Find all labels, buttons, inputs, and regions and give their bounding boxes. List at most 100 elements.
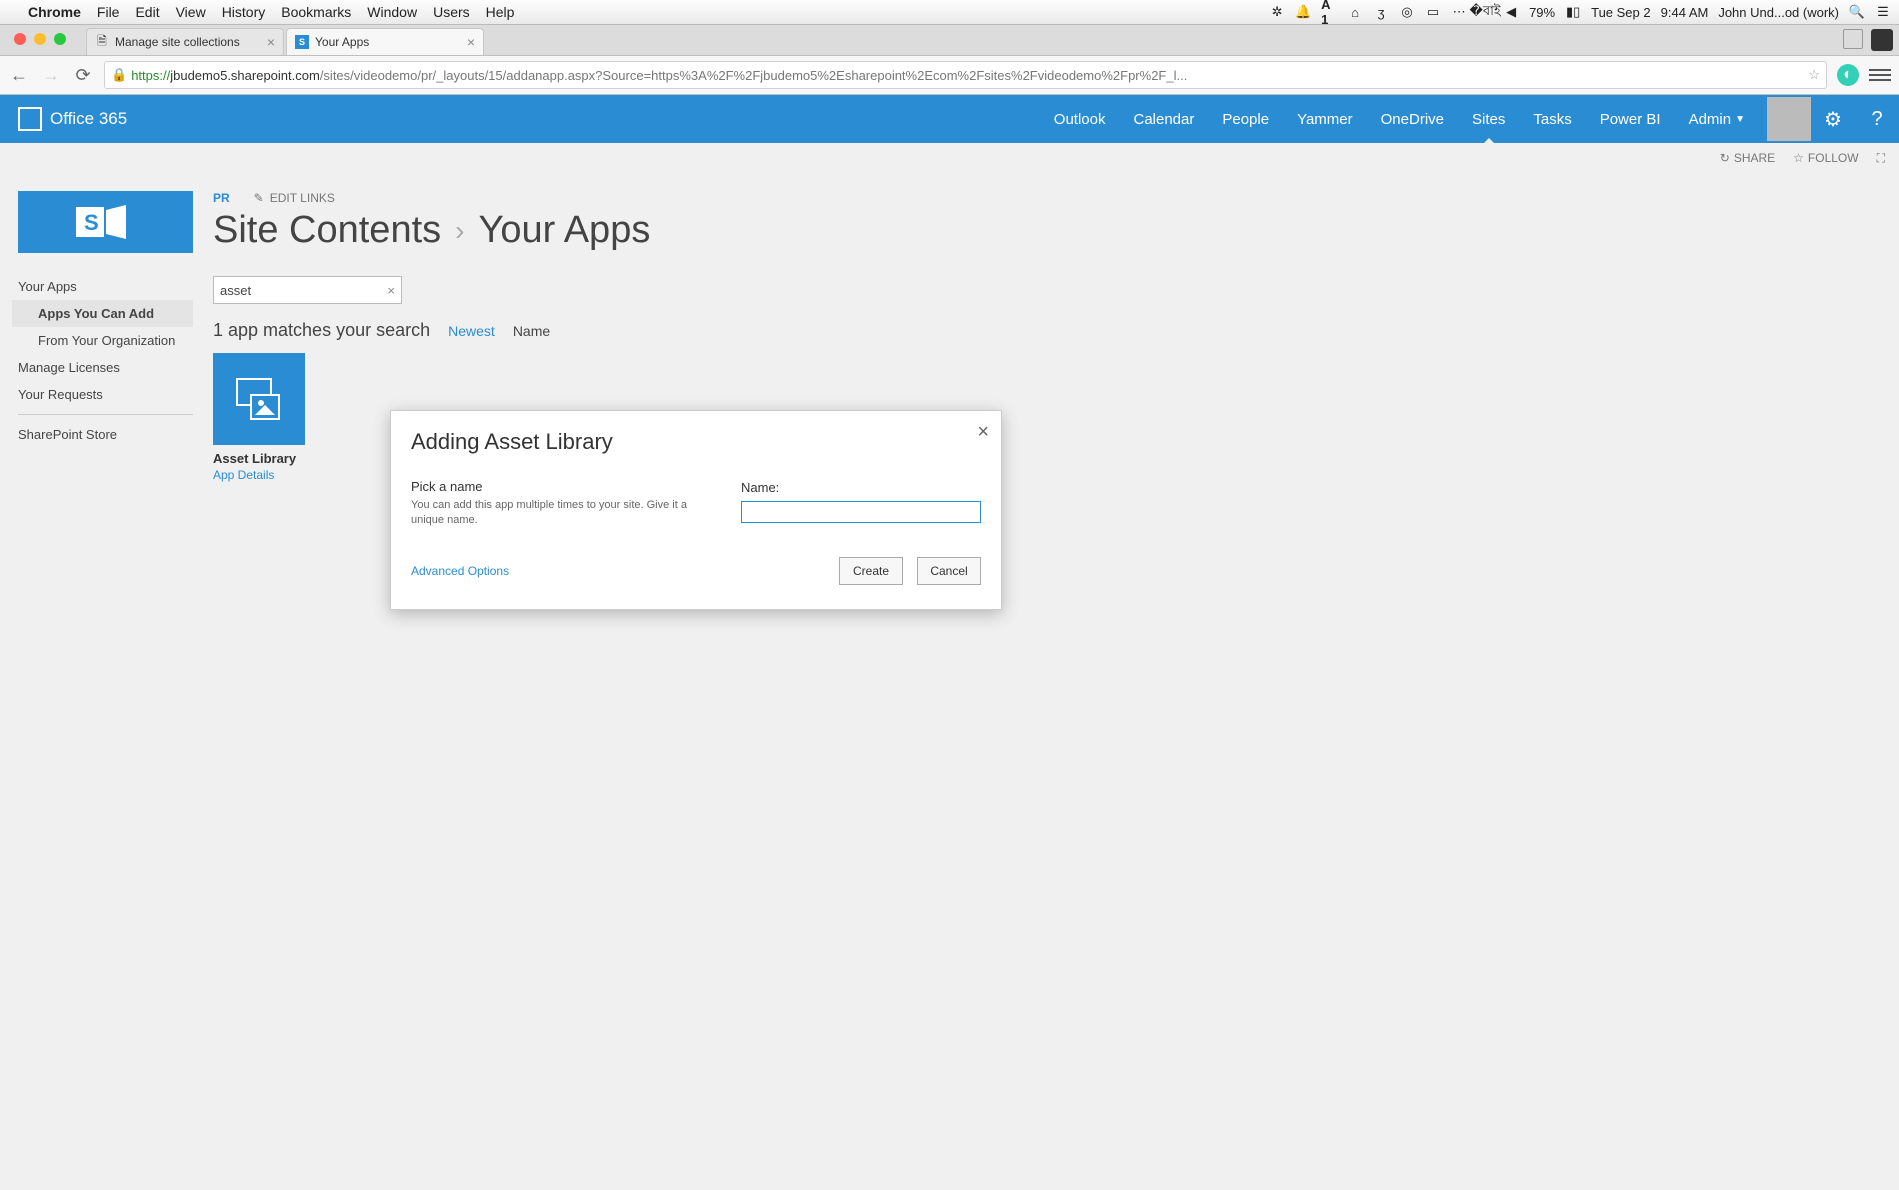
- search-clear-icon[interactable]: ×: [387, 283, 395, 298]
- edit-links-button[interactable]: ✎EDIT LINKS: [254, 191, 335, 205]
- menubar-list-icon[interactable]: ☰: [1875, 4, 1891, 20]
- chrome-tab-strip: 🗎 Manage site collections × S Your Apps …: [0, 25, 1899, 56]
- wifi-icon[interactable]: �বাই: [1477, 4, 1493, 20]
- create-button[interactable]: Create: [839, 557, 903, 585]
- suite-nav-outlook[interactable]: Outlook: [1040, 95, 1120, 143]
- settings-gear-icon[interactable]: ⚙: [1811, 95, 1855, 143]
- mac-menu-edit[interactable]: Edit: [135, 4, 159, 20]
- menubar-date[interactable]: Tue Sep 2: [1591, 5, 1651, 20]
- dialog-close-icon[interactable]: ×: [977, 421, 989, 444]
- chrome-menu-button[interactable]: [1869, 64, 1891, 86]
- ql-your-apps[interactable]: Your Apps: [18, 273, 193, 300]
- tab-favicon-icon: 🗎: [95, 35, 109, 49]
- evernote-icon[interactable]: ʒ: [1373, 4, 1389, 20]
- office-square-icon: [18, 107, 42, 131]
- suite-nav-admin[interactable]: Admin▼: [1675, 95, 1759, 143]
- suite-nav-onedrive[interactable]: OneDrive: [1367, 95, 1458, 143]
- battery-icon[interactable]: ▮▯: [1565, 4, 1581, 20]
- star-icon: ☆: [1793, 151, 1804, 165]
- office365-logo[interactable]: Office 365: [0, 107, 145, 131]
- reload-button[interactable]: ⟳: [72, 64, 94, 86]
- dialog-hint: You can add this app multiple times to y…: [411, 498, 701, 529]
- quick-launch: Your Apps Apps You Can Add From Your Org…: [18, 273, 193, 448]
- mac-menu-view[interactable]: View: [176, 4, 206, 20]
- adobe-icon[interactable]: A 1: [1321, 4, 1337, 20]
- mac-menu-bookmarks[interactable]: Bookmarks: [281, 4, 351, 20]
- ql-your-requests[interactable]: Your Requests: [18, 381, 193, 408]
- help-icon[interactable]: ?: [1855, 95, 1899, 143]
- ql-sharepoint-store[interactable]: SharePoint Store: [18, 421, 193, 448]
- battery-percent[interactable]: 79%: [1529, 5, 1555, 20]
- display-icon[interactable]: ▭: [1425, 4, 1441, 20]
- app-tile-name: Asset Library: [213, 451, 305, 466]
- window-minimize-button[interactable]: [34, 33, 46, 45]
- menubar-extra-icon[interactable]: ✲: [1269, 4, 1285, 20]
- advanced-options-link[interactable]: Advanced Options: [411, 564, 509, 578]
- dialog-title: Adding Asset Library: [411, 429, 981, 455]
- bluetooth-icon[interactable]: ⋯: [1451, 4, 1467, 20]
- app-search-box[interactable]: asset ×: [213, 276, 402, 304]
- follow-button[interactable]: ☆FOLLOW: [1793, 151, 1858, 165]
- page-title-l1: Site Contents: [213, 209, 441, 252]
- home-icon[interactable]: ⌂: [1347, 4, 1363, 20]
- suite-nav-powerbi[interactable]: Power BI: [1586, 95, 1675, 143]
- cancel-button[interactable]: Cancel: [917, 557, 981, 585]
- chrome-toolbar: ← → ⟳ 🔒 https://jbudemo5.sharepoint.com/…: [0, 56, 1899, 95]
- browser-tab-your-apps[interactable]: S Your Apps ×: [286, 28, 484, 55]
- tab-close-icon[interactable]: ×: [267, 34, 275, 50]
- tab-title: Your Apps: [315, 35, 369, 49]
- lock-icon: 🔒: [111, 67, 127, 83]
- back-button[interactable]: ←: [8, 64, 30, 86]
- suite-nav-sites[interactable]: Sites: [1458, 95, 1519, 143]
- sync-icon[interactable]: ◎: [1399, 4, 1415, 20]
- ql-separator: [18, 414, 193, 415]
- menubar-user[interactable]: John Und...od (work): [1718, 5, 1839, 20]
- share-button[interactable]: ↻SHARE: [1720, 151, 1775, 165]
- app-details-link[interactable]: App Details: [213, 468, 305, 482]
- volume-icon[interactable]: ◀: [1503, 4, 1519, 20]
- app-tile-asset-library[interactable]: Asset Library App Details: [213, 353, 305, 482]
- fullscreen-icon[interactable]: [1843, 29, 1863, 49]
- suite-nav-tasks[interactable]: Tasks: [1519, 95, 1585, 143]
- tab-title: Manage site collections: [115, 35, 240, 49]
- sharepoint-logo-icon: S: [76, 202, 136, 242]
- forward-button[interactable]: →: [40, 64, 62, 86]
- suite-bar: Office 365 Outlook Calendar People Yamme…: [0, 95, 1899, 143]
- tab-close-icon[interactable]: ×: [467, 34, 475, 50]
- focus-button[interactable]: ⛶: [1877, 151, 1885, 166]
- mac-menu-users[interactable]: Users: [433, 4, 470, 20]
- window-zoom-button[interactable]: [54, 33, 66, 45]
- notification-icon[interactable]: 🔔: [1295, 4, 1311, 20]
- name-input[interactable]: [741, 501, 981, 523]
- focus-icon: ⛶: [1877, 151, 1885, 166]
- mac-menu-window[interactable]: Window: [367, 4, 417, 20]
- bookmark-star-icon[interactable]: ☆: [1808, 67, 1820, 83]
- suite-nav-people[interactable]: People: [1208, 95, 1283, 143]
- menubar-time[interactable]: 9:44 AM: [1661, 5, 1709, 20]
- mac-menu-help[interactable]: Help: [486, 4, 515, 20]
- suite-nav-yammer[interactable]: Yammer: [1283, 95, 1367, 143]
- site-logo[interactable]: S: [18, 191, 193, 253]
- window-traffic-lights: [14, 33, 66, 45]
- asset-library-icon: [213, 353, 305, 445]
- chevron-down-icon: ▼: [1735, 114, 1745, 125]
- ql-apps-you-can-add[interactable]: Apps You Can Add: [12, 300, 193, 327]
- filter-newest[interactable]: Newest: [448, 323, 495, 339]
- browser-tab-manage-collections[interactable]: 🗎 Manage site collections ×: [86, 28, 284, 55]
- window-close-button[interactable]: [14, 33, 26, 45]
- address-bar[interactable]: 🔒 https://jbudemo5.sharepoint.com/sites/…: [104, 61, 1827, 89]
- user-avatar[interactable]: [1767, 97, 1811, 141]
- mac-menu-bar: Chrome File Edit View History Bookmarks …: [0, 0, 1899, 25]
- ql-manage-licenses[interactable]: Manage Licenses: [18, 354, 193, 381]
- profile-avatar-icon[interactable]: [1871, 29, 1893, 51]
- ql-from-your-org[interactable]: From Your Organization: [18, 327, 193, 354]
- filter-name[interactable]: Name: [513, 323, 550, 339]
- mac-menu-file[interactable]: File: [97, 4, 120, 20]
- tab-favicon-sharepoint-icon: S: [295, 35, 309, 49]
- mac-menu-history[interactable]: History: [222, 4, 266, 20]
- spotlight-icon[interactable]: 🔍: [1849, 4, 1865, 20]
- breadcrumb-site[interactable]: PR: [213, 191, 230, 205]
- mac-app-name[interactable]: Chrome: [28, 4, 81, 20]
- extension-icon[interactable]: ◐: [1837, 64, 1859, 86]
- suite-nav-calendar[interactable]: Calendar: [1119, 95, 1208, 143]
